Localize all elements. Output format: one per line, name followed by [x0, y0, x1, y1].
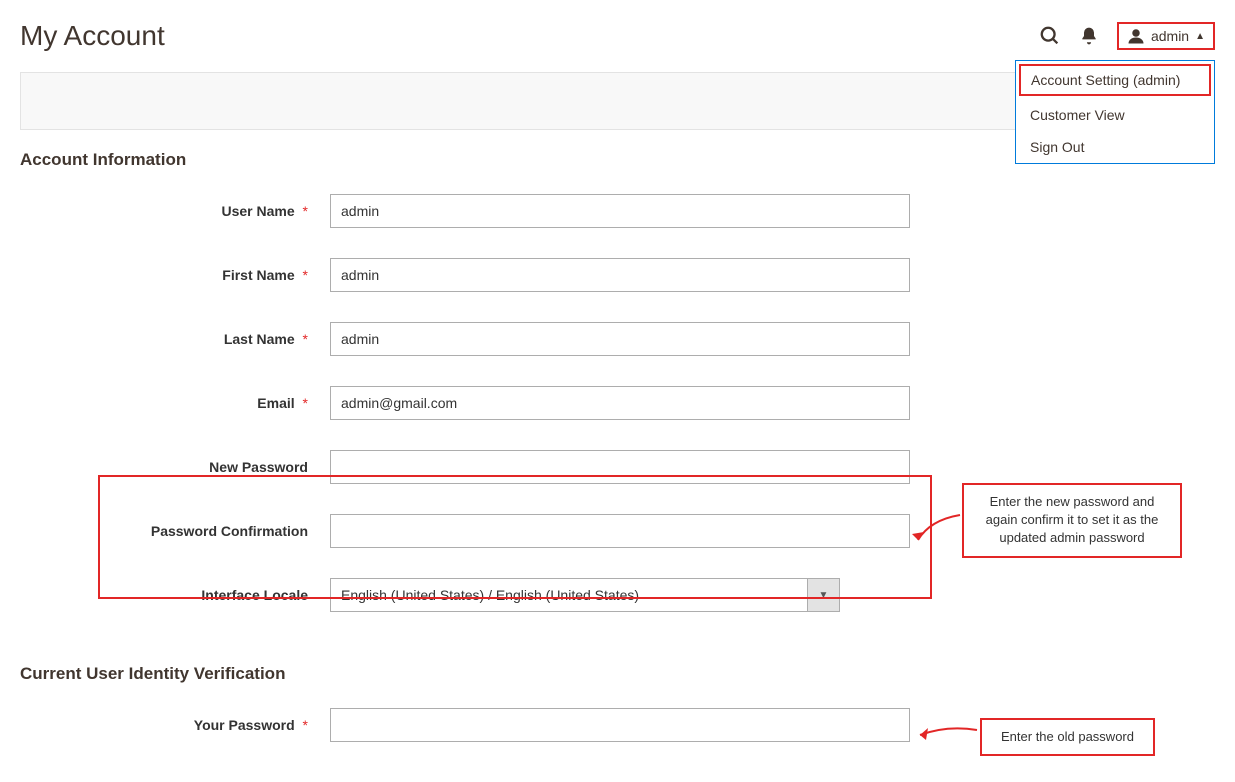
- label-username: User Name *: [20, 203, 330, 219]
- row-username: User Name *: [20, 194, 1215, 228]
- label-locale: Interface Locale: [20, 587, 330, 603]
- section-account-information: Account Information User Name * First Na…: [0, 150, 1235, 652]
- label-lastname-text: Last Name: [224, 331, 295, 347]
- input-firstname[interactable]: [330, 258, 910, 292]
- admin-user-menu-toggle[interactable]: admin ▲: [1117, 22, 1215, 50]
- label-newpassword: New Password: [20, 459, 330, 475]
- admin-username-label: admin: [1151, 28, 1189, 44]
- required-star: *: [303, 267, 308, 283]
- input-yourpassword[interactable]: [330, 708, 910, 742]
- page-title: My Account: [20, 20, 165, 52]
- label-locale-text: Interface Locale: [201, 587, 308, 603]
- row-firstname: First Name *: [20, 258, 1215, 292]
- row-email: Email *: [20, 386, 1215, 420]
- row-lastname: Last Name *: [20, 322, 1215, 356]
- search-icon[interactable]: [1039, 25, 1061, 47]
- admin-dropdown-menu: Account Setting (admin) Customer View Si…: [1015, 60, 1215, 164]
- label-lastname: Last Name *: [20, 331, 330, 347]
- row-newpassword: New Password: [20, 450, 1215, 484]
- callout-old-password-help: Enter the old password: [980, 718, 1155, 756]
- input-lastname[interactable]: [330, 322, 910, 356]
- user-icon: [1127, 27, 1145, 45]
- label-yourpassword: Your Password *: [20, 717, 330, 733]
- label-yourpassword-text: Your Password: [194, 717, 295, 733]
- required-star: *: [303, 203, 308, 219]
- menu-item-customer-view[interactable]: Customer View: [1016, 99, 1214, 131]
- caret-down-icon: ▼: [819, 590, 829, 601]
- bell-icon[interactable]: [1079, 26, 1099, 46]
- label-firstname-text: First Name: [222, 267, 294, 283]
- input-passwordconfirm[interactable]: [330, 514, 910, 548]
- section-title-verification: Current User Identity Verification: [20, 664, 1215, 684]
- select-locale-wrap: English (United States) / English (Unite…: [330, 578, 840, 612]
- input-email[interactable]: [330, 386, 910, 420]
- label-firstname: First Name *: [20, 267, 330, 283]
- select-locale[interactable]: English (United States) / English (Unite…: [330, 578, 808, 612]
- menu-item-sign-out[interactable]: Sign Out: [1016, 131, 1214, 163]
- required-star: *: [303, 331, 308, 347]
- caret-up-icon: ▲: [1195, 31, 1205, 42]
- menu-item-account-setting[interactable]: Account Setting (admin): [1019, 64, 1211, 96]
- label-username-text: User Name: [222, 203, 295, 219]
- label-passwordconfirm: Password Confirmation: [20, 523, 330, 539]
- header-actions: admin ▲ Account Setting (admin) Customer…: [1039, 22, 1215, 50]
- callout-password-help: Enter the new password and again confirm…: [962, 483, 1182, 558]
- label-passwordconfirm-text: Password Confirmation: [151, 523, 308, 539]
- page-header: My Account admin ▲ Account Setting (admi…: [0, 0, 1235, 52]
- required-star: *: [303, 395, 308, 411]
- required-star: *: [303, 717, 308, 733]
- label-newpassword-text: New Password: [209, 459, 308, 475]
- select-locale-arrow[interactable]: ▼: [808, 578, 840, 612]
- row-locale: Interface Locale English (United States)…: [20, 578, 1215, 612]
- input-username[interactable]: [330, 194, 910, 228]
- label-email: Email *: [20, 395, 330, 411]
- label-email-text: Email: [257, 395, 294, 411]
- input-newpassword[interactable]: [330, 450, 910, 484]
